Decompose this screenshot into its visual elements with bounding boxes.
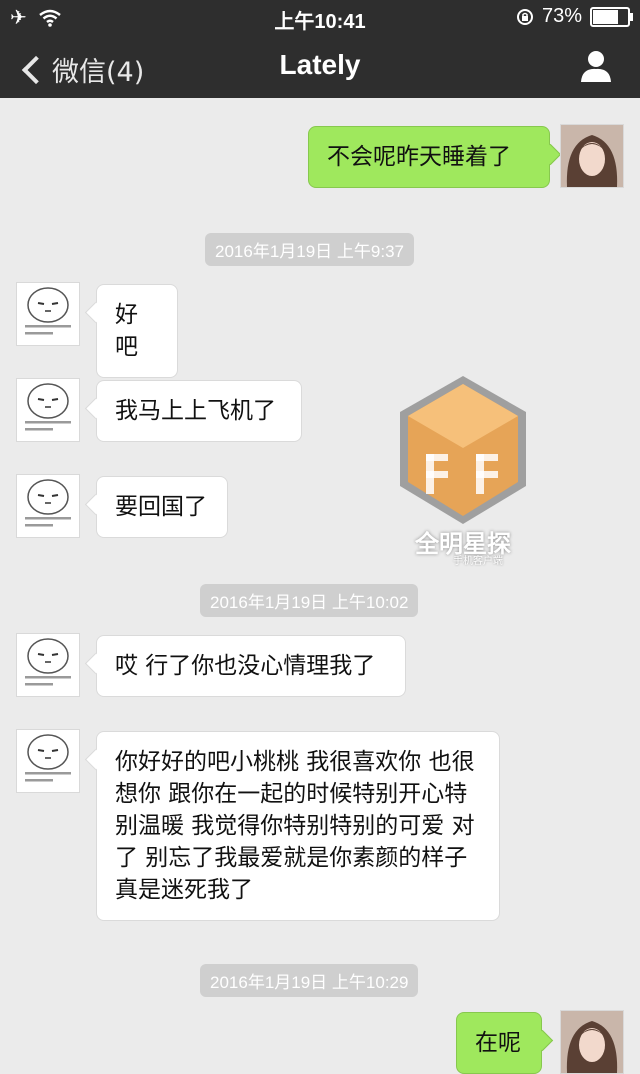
received-message-bubble[interactable]: 哎 行了你也没心情理我了: [96, 635, 406, 697]
message-timestamp: 2016年1月19日 上午10:29: [200, 964, 419, 997]
contact-avatar[interactable]: [16, 282, 80, 346]
nav-bar: 微信(4) Lately: [0, 34, 640, 98]
my-avatar[interactable]: [560, 1010, 624, 1074]
contact-avatar[interactable]: [16, 633, 80, 697]
message-list[interactable]: 不会呢昨天睡着了 2016年1月19日 上午9:37 好吧 我马上上飞机了 要回国了 20…: [0, 98, 640, 1074]
battery-percent: 73%: [541, 5, 582, 27]
contact-avatar[interactable]: [16, 474, 80, 538]
contact-profile-icon[interactable]: [578, 48, 614, 84]
contact-avatar[interactable]: [16, 378, 80, 442]
status-bar: ✈ 上午10:41 73%: [0, 0, 640, 34]
rotation-lock-icon: [516, 8, 533, 25]
sent-message-bubble[interactable]: 在呢: [456, 1012, 542, 1074]
received-message-bubble[interactable]: 你好好的吧小桃桃 我很喜欢你 也很想你 跟你在一起的时候特别开心特别温暖 我觉得…: [96, 731, 500, 921]
received-message-bubble[interactable]: 好吧: [96, 284, 178, 378]
sent-message-bubble[interactable]: 不会呢昨天睡着了: [308, 126, 550, 188]
battery-level: [593, 9, 618, 24]
message-timestamp: 2016年1月19日 上午9:37: [205, 233, 414, 266]
chat-title: Lately: [279, 49, 361, 80]
battery-icon: [590, 6, 633, 27]
received-message-bubble[interactable]: 要回国了: [96, 476, 228, 538]
my-avatar[interactable]: [560, 124, 624, 188]
received-message-bubble[interactable]: 我马上上飞机了: [96, 380, 302, 442]
message-timestamp: 2016年1月19日 上午10:02: [200, 584, 419, 617]
contact-avatar[interactable]: [16, 729, 80, 793]
